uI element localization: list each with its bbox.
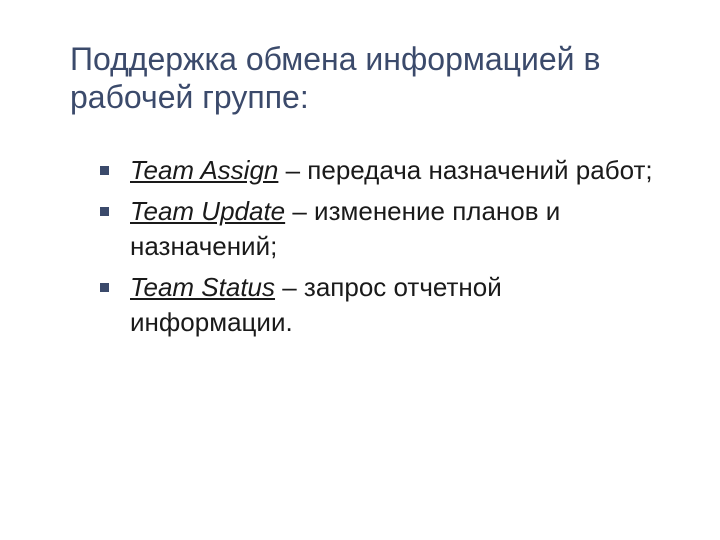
list-item: Team Assign – передача назначений работ; [100, 153, 660, 188]
list-item: Team Status – запрос отчетной информации… [100, 270, 660, 340]
slide-title: Поддержка обмена информацией в рабочей г… [70, 40, 660, 117]
bullet-list: Team Assign – передача назначений работ;… [70, 153, 660, 340]
list-item: Team Update – изменение планов и назначе… [100, 194, 660, 264]
term: Team Status [130, 272, 275, 302]
term: Team Assign [130, 155, 278, 185]
desc: – передача назначений работ; [278, 155, 652, 185]
term: Team Update [130, 196, 285, 226]
